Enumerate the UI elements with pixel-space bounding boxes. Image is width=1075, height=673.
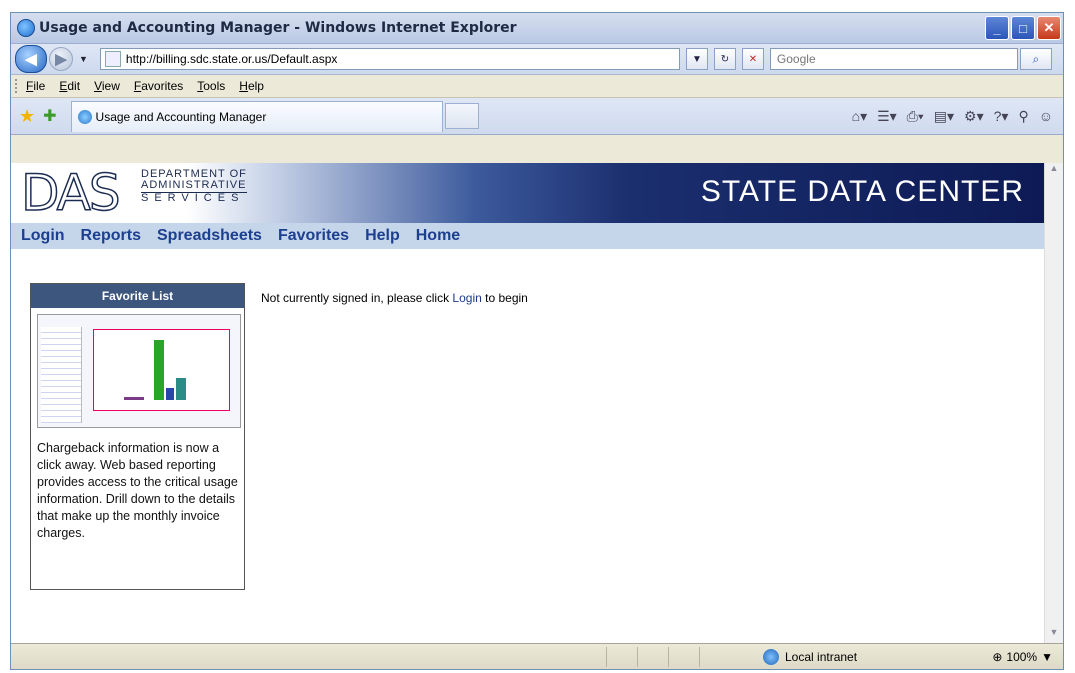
- refresh-button[interactable]: ↻: [713, 48, 736, 70]
- new-tab-button[interactable]: [444, 103, 479, 129]
- nav-reports[interactable]: Reports: [81, 227, 141, 245]
- command-bar: ⌂▾ ☰▾ ⎙▾ ▤▾ ⚙▾ ?▾ ⚲ ☺: [852, 108, 1053, 125]
- zoom-dropdown-icon[interactable]: ▼: [1041, 650, 1053, 664]
- signin-suffix: to begin: [481, 291, 528, 305]
- address-url: http://billing.sdc.state.or.us/Default.a…: [125, 52, 338, 66]
- window-title: Usage and Accounting Manager - Windows I…: [39, 20, 517, 36]
- back-button[interactable]: ◀: [15, 45, 47, 73]
- menu-view[interactable]: View: [94, 79, 120, 93]
- tools-menu-icon[interactable]: ⚙▾: [964, 108, 984, 125]
- tab-usage-accounting[interactable]: Usage and Accounting Manager: [70, 100, 443, 132]
- minimize-button[interactable]: _: [985, 16, 1009, 40]
- address-bar[interactable]: http://billing.sdc.state.or.us/Default.a…: [99, 48, 680, 70]
- das-logo: DAS: [20, 164, 121, 222]
- nav-spreadsheets[interactable]: Spreadsheets: [157, 227, 262, 245]
- thumbnail-bar: [124, 397, 144, 400]
- signin-login-link[interactable]: Login: [452, 291, 481, 305]
- zoom-control[interactable]: ⊕ 100% ▼: [943, 650, 1063, 664]
- menu-tools[interactable]: Tools: [197, 79, 225, 93]
- menu-help[interactable]: Help: [239, 79, 264, 93]
- search-input[interactable]: Google: [769, 48, 1018, 70]
- scroll-down-icon[interactable]: ▼: [1045, 627, 1063, 643]
- add-favorite-icon[interactable]: ✚: [43, 106, 56, 126]
- feeds-icon[interactable]: ☰▾: [877, 108, 897, 125]
- menu-favorites[interactable]: Favorites: [134, 79, 183, 93]
- favorites-star-icon[interactable]: ★: [19, 106, 35, 127]
- menu-bar: File Edit View Favorites Tools Help: [11, 75, 1063, 98]
- status-seg: [669, 647, 700, 667]
- history-dropdown-icon[interactable]: ▼: [79, 54, 88, 64]
- report-thumbnail[interactable]: [37, 314, 241, 428]
- status-text-area: [11, 647, 607, 667]
- favorite-list-panel: Favorite List Chargeback information is …: [30, 283, 245, 590]
- messenger-icon[interactable]: ☺: [1039, 108, 1053, 124]
- address-row: ◀ ▶ ▼ http://billing.sdc.state.or.us/Def…: [11, 44, 1063, 75]
- browser-window: Usage and Accounting Manager - Windows I…: [10, 12, 1064, 670]
- tab-ie-icon: [77, 109, 92, 124]
- intranet-globe-icon: [763, 649, 779, 665]
- window-controls: _ □ ✕: [985, 16, 1061, 40]
- menu-edit[interactable]: Edit: [59, 79, 80, 93]
- security-zone[interactable]: Local intranet: [763, 649, 943, 665]
- favorite-list-header: Favorite List: [31, 284, 244, 308]
- status-seg: [607, 647, 638, 667]
- stop-button[interactable]: ✕: [741, 48, 764, 70]
- thumbnail-bar: [154, 340, 164, 400]
- vertical-scrollbar[interactable]: ▲ ▼: [1044, 163, 1063, 643]
- search-button[interactable]: ⌕: [1019, 48, 1052, 70]
- forward-button[interactable]: ▶: [49, 47, 73, 71]
- ie-icon: [17, 19, 35, 37]
- page-content: DAS DEPARTMENT OF ADMINISTRATIVE SERVICE…: [11, 163, 1044, 643]
- scroll-up-icon[interactable]: ▲: [1045, 163, 1063, 179]
- thumbnail-chart: [93, 329, 230, 411]
- logo-line-3: SERVICES: [141, 192, 247, 204]
- menu-file[interactable]: File: [26, 79, 45, 93]
- tab-title: Usage and Accounting Manager: [95, 109, 267, 124]
- address-dropdown-icon[interactable]: ▼: [685, 48, 708, 70]
- search-placeholder: Google: [776, 52, 816, 66]
- site-banner: DAS DEPARTMENT OF ADMINISTRATIVE SERVICE…: [11, 163, 1044, 223]
- site-title: STATE DATA CENTER: [700, 175, 1024, 208]
- toolbar-grip: [15, 79, 20, 93]
- page-menu-icon[interactable]: ▤▾: [934, 108, 954, 125]
- das-logo-text: DEPARTMENT OF ADMINISTRATIVE SERVICES: [141, 169, 247, 204]
- status-seg: [638, 647, 669, 667]
- signin-message: Not currently signed in, please click Lo…: [261, 291, 528, 305]
- favorite-description: Chargeback information is now a click aw…: [37, 441, 238, 540]
- zoom-icon: ⊕: [992, 650, 1003, 664]
- maximize-button[interactable]: □: [1011, 16, 1035, 40]
- title-bar: Usage and Accounting Manager - Windows I…: [11, 13, 1063, 44]
- print-icon[interactable]: ⎙▾: [907, 108, 924, 125]
- thumbnail-bar: [176, 378, 186, 400]
- thumbnail-sidebar: [41, 327, 82, 423]
- nav-home[interactable]: Home: [416, 227, 460, 245]
- logo-line-2: ADMINISTRATIVE: [141, 179, 247, 191]
- help-menu-icon[interactable]: ?▾: [994, 108, 1009, 125]
- thumbnail-bar: [166, 388, 174, 400]
- nav-favorites[interactable]: Favorites: [278, 227, 349, 245]
- status-bar: Local intranet ⊕ 100% ▼: [11, 643, 1063, 669]
- signin-prefix: Not currently signed in, please click: [261, 291, 453, 305]
- home-icon[interactable]: ⌂▾: [852, 108, 867, 125]
- nav-help[interactable]: Help: [365, 227, 400, 245]
- close-button[interactable]: ✕: [1037, 16, 1061, 40]
- zone-label: Local intranet: [785, 650, 858, 664]
- tabs-row: ★ ✚ Usage and Accounting Manager ⌂▾ ☰▾ ⎙…: [11, 98, 1063, 135]
- nav-login[interactable]: Login: [21, 227, 65, 245]
- zoom-level: 100%: [1006, 650, 1038, 664]
- page-icon: [104, 51, 121, 67]
- site-nav: Login Reports Spreadsheets Favorites Hel…: [11, 223, 1044, 249]
- research-icon[interactable]: ⚲: [1018, 108, 1028, 125]
